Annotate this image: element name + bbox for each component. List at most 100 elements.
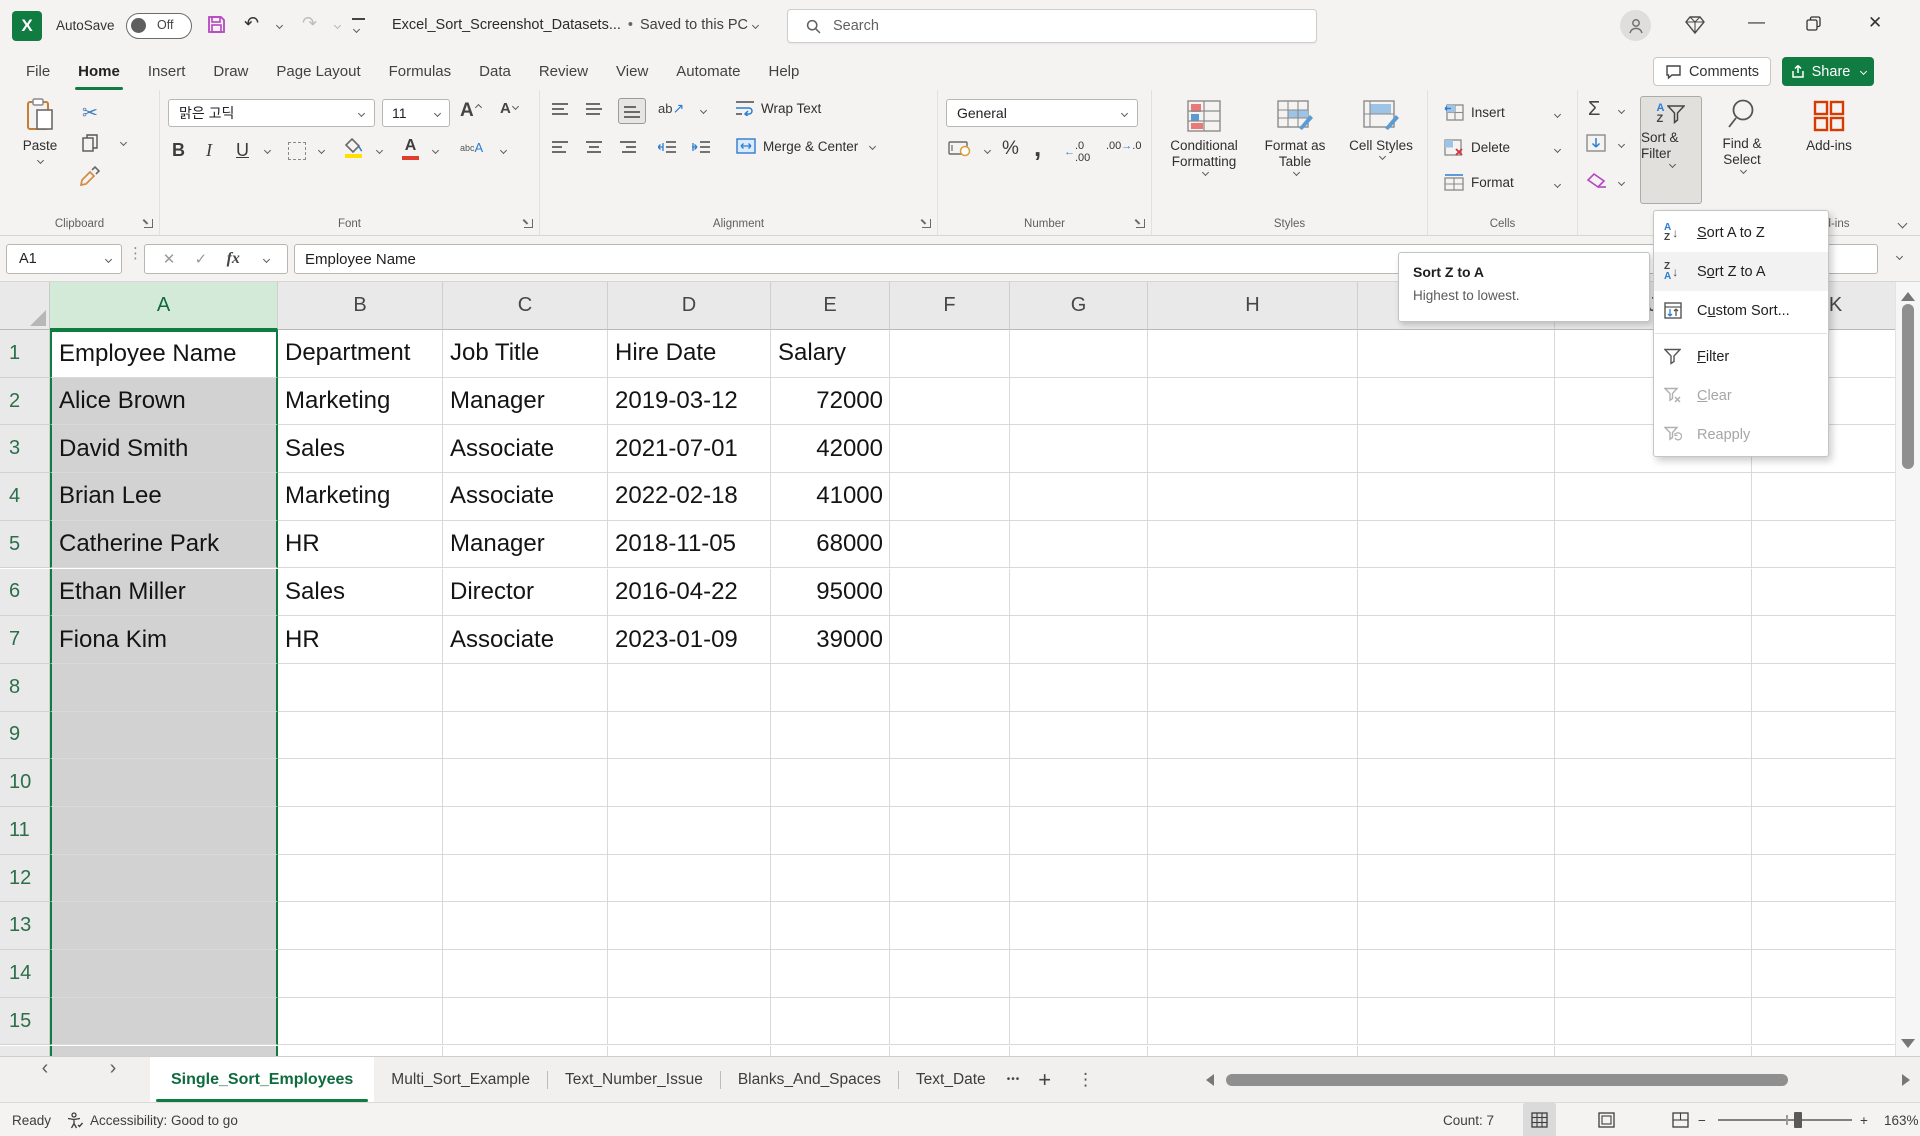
cell-J11[interactable]	[1555, 807, 1752, 855]
fill-color-dropdown-icon[interactable]	[376, 147, 383, 154]
bottom-align-button-selected[interactable]	[618, 98, 646, 124]
cell-H7[interactable]	[1148, 616, 1358, 664]
cell-A6[interactable]: Ethan Miller	[50, 569, 278, 617]
cell-A7[interactable]: Fiona Kim	[50, 616, 278, 664]
delete-dropdown-icon[interactable]	[1554, 146, 1561, 153]
cell-F8[interactable]	[890, 664, 1010, 712]
cell-D12[interactable]	[608, 855, 771, 903]
decrease-font-size-button[interactable]: A	[500, 100, 518, 117]
borders-dropdown-icon[interactable]	[318, 147, 325, 154]
row-header-10[interactable]: 10	[0, 759, 50, 807]
cell-B7[interactable]: HR	[278, 616, 443, 664]
cell-B2[interactable]: Marketing	[278, 378, 443, 426]
cell-F2[interactable]	[890, 378, 1010, 426]
cancel-icon[interactable]: ✕	[163, 250, 176, 268]
copy-dropdown-icon[interactable]	[120, 139, 127, 146]
cell-B13[interactable]	[278, 902, 443, 950]
cell-D13[interactable]	[608, 902, 771, 950]
cell-H2[interactable]	[1148, 378, 1358, 426]
cell-F7[interactable]	[890, 616, 1010, 664]
column-header-D[interactable]: D	[608, 282, 771, 330]
phonetic-guide-button[interactable]: abcA	[460, 140, 483, 155]
sheet-tab-single-sort-employees[interactable]: Single_Sort_Employees	[150, 1057, 374, 1102]
cell-C15[interactable]	[443, 998, 608, 1046]
format-dropdown-icon[interactable]	[1554, 181, 1561, 188]
cell-E7[interactable]: 39000	[771, 616, 890, 664]
cell-B15[interactable]	[278, 998, 443, 1046]
cell-J12[interactable]	[1555, 855, 1752, 903]
cell-G13[interactable]	[1010, 902, 1148, 950]
page-break-preview-button[interactable]	[1672, 1103, 1689, 1136]
cell-G11[interactable]	[1010, 807, 1148, 855]
cell-G2[interactable]	[1010, 378, 1148, 426]
row-header-11[interactable]: 11	[0, 807, 50, 855]
cell-H10[interactable]	[1148, 759, 1358, 807]
cell-H11[interactable]	[1148, 807, 1358, 855]
cell-E11[interactable]	[771, 807, 890, 855]
cell-B3[interactable]: Sales	[278, 425, 443, 473]
select-all-corner[interactable]	[0, 282, 50, 330]
cell-D14[interactable]	[608, 950, 771, 998]
cell-C5[interactable]: Manager	[443, 521, 608, 569]
font-color-button[interactable]: A	[402, 137, 419, 160]
cell-G8[interactable]	[1010, 664, 1148, 712]
cell-G14[interactable]	[1010, 950, 1148, 998]
fill-dropdown-icon[interactable]	[1618, 141, 1625, 148]
cell-F12[interactable]	[890, 855, 1010, 903]
underline-dropdown-icon[interactable]	[264, 147, 271, 154]
tab-view[interactable]: View	[602, 52, 662, 90]
zoom-slider-track[interactable]	[1718, 1119, 1852, 1121]
cell-H5[interactable]	[1148, 521, 1358, 569]
cell-H16[interactable]	[1148, 1046, 1358, 1057]
row-header-15[interactable]: 15	[0, 998, 50, 1046]
column-header-G[interactable]: G	[1010, 282, 1148, 330]
search-input[interactable]: Search	[787, 9, 1317, 43]
sheet-tab-blanks-and-spaces[interactable]: Blanks_And_Spaces	[721, 1057, 898, 1102]
cell-H12[interactable]	[1148, 855, 1358, 903]
orientation-dropdown-icon[interactable]	[700, 107, 707, 114]
cell-C6[interactable]: Director	[443, 569, 608, 617]
cell-G5[interactable]	[1010, 521, 1148, 569]
zoom-out-button[interactable]: −	[1698, 1103, 1706, 1136]
cell-J10[interactable]	[1555, 759, 1752, 807]
cell-H6[interactable]	[1148, 569, 1358, 617]
align-right-button[interactable]	[620, 140, 636, 153]
cell-C2[interactable]: Manager	[443, 378, 608, 426]
vertical-scrollbar[interactable]	[1895, 282, 1920, 1056]
row-header-7[interactable]: 7	[0, 616, 50, 664]
cell-A14[interactable]	[50, 950, 278, 998]
cell-B8[interactable]	[278, 664, 443, 712]
expand-formula-bar-icon[interactable]	[1896, 253, 1903, 260]
cell-I12[interactable]	[1358, 855, 1555, 903]
format-as-table-button[interactable]: Format as Table	[1254, 100, 1336, 175]
tab-page-layout[interactable]: Page Layout	[262, 52, 374, 90]
cell-F16[interactable]	[890, 1046, 1010, 1057]
vertical-scroll-thumb[interactable]	[1902, 304, 1914, 469]
orientation-button[interactable]: ab↗	[658, 100, 684, 117]
cell-F1[interactable]	[890, 330, 1010, 378]
cell-H9[interactable]	[1148, 712, 1358, 760]
enter-check-icon[interactable]: ✓	[195, 250, 208, 268]
cell-D4[interactable]: 2022-02-18	[608, 473, 771, 521]
bold-button[interactable]: B	[172, 140, 185, 161]
fill-color-button[interactable]	[344, 138, 363, 158]
align-left-button[interactable]	[552, 140, 568, 153]
percent-style-button[interactable]: %	[1002, 138, 1019, 160]
row-header-2[interactable]: 2	[0, 378, 50, 426]
cell-J4[interactable]	[1555, 473, 1752, 521]
more-sheets-indicator[interactable]: •••	[1007, 1057, 1021, 1102]
column-header-C[interactable]: C	[443, 282, 608, 330]
borders-button[interactable]	[288, 142, 306, 160]
cell-G9[interactable]	[1010, 712, 1148, 760]
cell-I13[interactable]	[1358, 902, 1555, 950]
row-header-3[interactable]: 3	[0, 425, 50, 473]
cell-H8[interactable]	[1148, 664, 1358, 712]
column-header-B[interactable]: B	[278, 282, 443, 330]
cell-D10[interactable]	[608, 759, 771, 807]
customize-quick-access-icon[interactable]	[352, 18, 365, 30]
format-painter-button[interactable]	[80, 166, 102, 186]
cell-H13[interactable]	[1148, 902, 1358, 950]
find-select-button[interactable]: Find & Select	[1708, 98, 1776, 173]
menu-item-filter[interactable]: Filter	[1654, 337, 1828, 376]
cell-H14[interactable]	[1148, 950, 1358, 998]
